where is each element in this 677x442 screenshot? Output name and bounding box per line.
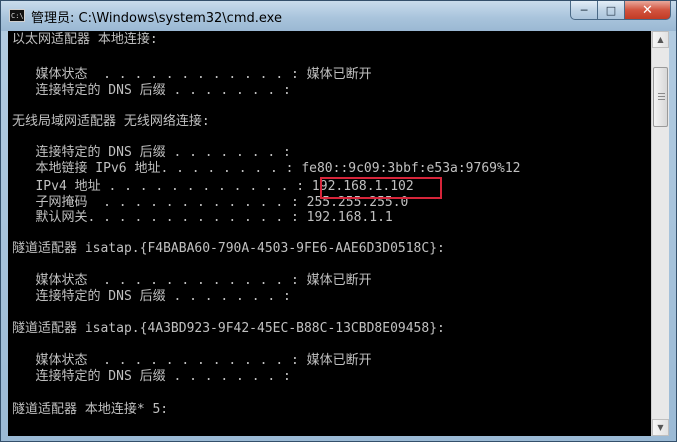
scroll-up-arrow-icon[interactable]: ▲ bbox=[652, 31, 669, 48]
console-line: 隧道适配器 本地连接* 5: bbox=[12, 402, 169, 417]
scroll-thumb[interactable] bbox=[653, 67, 668, 127]
thumb-grip bbox=[658, 99, 665, 100]
console-line: 媒体状态 . . . . . . . . . . . . : 媒体已断开 bbox=[12, 353, 372, 368]
ipv4-highlight-box bbox=[320, 177, 442, 199]
console-output[interactable]: 以太网适配器 本地连接: 媒体状态 . . . . . . . . . . . … bbox=[8, 31, 651, 436]
thumb-grip bbox=[658, 96, 665, 97]
console-line: 连接特定的 DNS 后缀 . . . . . . . : bbox=[12, 289, 291, 304]
console-line: 以太网适配器 本地连接: bbox=[12, 32, 158, 47]
scroll-down-arrow-icon[interactable]: ▼ bbox=[652, 419, 669, 436]
console-line: 媒体状态 . . . . . . . . . . . . : 媒体已断开 bbox=[12, 67, 372, 82]
cmd-window: C:\ 管理员: C:\Windows\system32\cmd.exe ─ □… bbox=[0, 0, 677, 442]
cmd-app-icon[interactable]: C:\ bbox=[9, 9, 25, 22]
maximize-button[interactable]: □ bbox=[598, 1, 625, 20]
console-line: 本地链接 IPv6 地址. . . . . . . . : fe80::9c09… bbox=[12, 161, 521, 176]
title-bar[interactable]: C:\ 管理员: C:\Windows\system32\cmd.exe ─ □… bbox=[1, 1, 676, 31]
console-line: 默认网关. . . . . . . . . . . . . : 192.168.… bbox=[12, 210, 393, 225]
console-line: 连接特定的 DNS 后缀 . . . . . . . : bbox=[12, 145, 291, 160]
console-line: 连接特定的 DNS 后缀 . . . . . . . : bbox=[12, 369, 291, 384]
minimize-button[interactable]: ─ bbox=[570, 1, 598, 20]
window-title: 管理员: C:\Windows\system32\cmd.exe bbox=[31, 11, 282, 26]
console-line: 媒体状态 . . . . . . . . . . . . : 媒体已断开 bbox=[12, 273, 372, 288]
console-line: 隧道适配器 isatap.{4A3BD923-9F42-45EC-B88C-13… bbox=[12, 321, 445, 336]
thumb-grip bbox=[658, 93, 665, 94]
console-line: 隧道适配器 isatap.{F4BABA60-790A-4503-9FE6-AA… bbox=[12, 241, 445, 256]
close-button[interactable]: ✕ bbox=[625, 1, 671, 20]
console-line: 连接特定的 DNS 后缀 . . . . . . . : bbox=[12, 83, 291, 98]
console-line: 无线局域网适配器 无线网络连接: bbox=[12, 114, 210, 129]
caption-buttons: ─ □ ✕ bbox=[570, 1, 671, 21]
vertical-scrollbar[interactable]: ▲ ▼ bbox=[651, 31, 669, 436]
